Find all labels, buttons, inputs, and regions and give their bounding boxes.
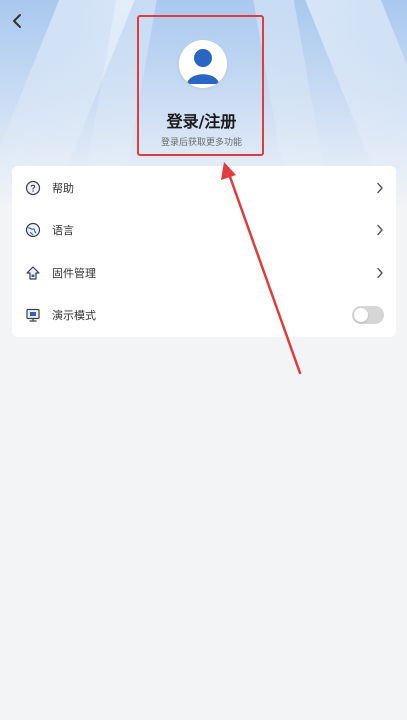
menu-item-demo-mode: 演示模式 xyxy=(12,294,396,336)
chevron-left-icon xyxy=(13,14,21,28)
settings-menu: 帮助 语言 固件管理 演示模式 xyxy=(12,166,396,337)
demo-monitor-icon xyxy=(24,306,42,324)
toggle-knob xyxy=(354,308,368,322)
globe-icon xyxy=(24,221,42,239)
back-button[interactable] xyxy=(6,8,28,34)
help-icon xyxy=(24,179,42,197)
user-avatar-icon xyxy=(179,40,227,88)
menu-item-label: 演示模式 xyxy=(52,309,96,322)
chevron-right-icon xyxy=(374,266,386,280)
menu-item-language[interactable]: 语言 xyxy=(12,209,396,251)
demo-mode-toggle[interactable] xyxy=(352,306,384,324)
login-register-title[interactable]: 登录/注册 xyxy=(140,108,263,132)
menu-item-firmware[interactable]: 固件管理 xyxy=(12,252,396,294)
menu-item-label: 固件管理 xyxy=(52,267,96,280)
chevron-right-icon xyxy=(374,181,386,195)
menu-item-help[interactable]: 帮助 xyxy=(12,167,396,209)
login-subtitle: 登录后获取更多功能 xyxy=(160,138,242,148)
avatar[interactable] xyxy=(179,40,227,88)
firmware-icon xyxy=(24,264,42,282)
menu-item-label: 帮助 xyxy=(52,182,74,195)
chevron-right-icon xyxy=(374,223,386,237)
menu-item-label: 语言 xyxy=(52,224,74,237)
